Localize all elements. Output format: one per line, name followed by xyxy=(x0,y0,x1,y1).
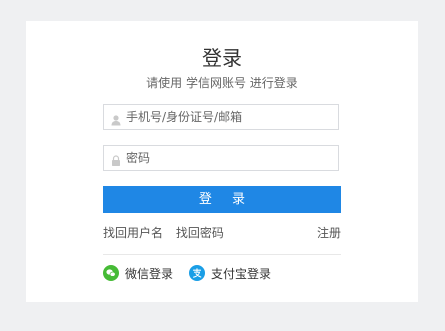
wechat-login-label: 微信登录 xyxy=(125,266,174,281)
account-placeholder: 手机号/身份证号/邮箱 xyxy=(126,110,243,124)
alipay-login-button[interactable]: 支付宝登录 xyxy=(189,265,271,282)
login-subtitle: 请使用 学信网账号 进行登录 xyxy=(146,76,298,90)
alipay-icon xyxy=(189,265,206,281)
alipay-login-label: 支付宝登录 xyxy=(211,266,272,281)
page-title: 登录 xyxy=(202,46,242,70)
user-icon xyxy=(110,111,122,126)
wechat-icon xyxy=(103,265,119,281)
lock-icon xyxy=(110,152,122,166)
wechat-login-button[interactable]: 微信登录 xyxy=(103,265,173,282)
find-password-link[interactable]: 找回密码 xyxy=(176,226,224,240)
login-button[interactable]: 登 录 xyxy=(103,186,341,213)
login-card: 登录 请使用 学信网账号 进行登录 手机号/身份证号/邮箱 密码 登 录 找回用… xyxy=(26,21,418,302)
find-username-link[interactable]: 找回用户名 xyxy=(103,226,163,240)
divider xyxy=(103,254,341,255)
password-field[interactable]: 密码 xyxy=(103,145,339,171)
register-link[interactable]: 注册 xyxy=(317,225,341,241)
help-links: 找回用户名 找回密码 注册 xyxy=(103,225,341,241)
password-placeholder: 密码 xyxy=(126,151,151,165)
social-login: 微信登录 支付宝登录 xyxy=(103,264,287,282)
account-field[interactable]: 手机号/身份证号/邮箱 xyxy=(103,104,339,130)
